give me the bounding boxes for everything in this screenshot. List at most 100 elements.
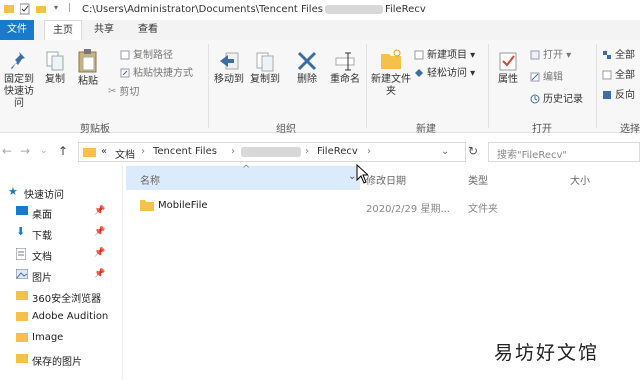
ribbon: 固定到快速访问 复制 粘贴 复制路径 粘贴快捷方式 ✂ 剪切 剪贴板 移动到 复制…: [0, 40, 640, 135]
quick-access-folder-icon[interactable]: [36, 3, 46, 15]
breadcrumb-chevron-icon[interactable]: ›: [367, 146, 371, 157]
tab-home[interactable]: 主页: [44, 20, 82, 42]
copy-path-button[interactable]: 复制路径: [120, 50, 173, 62]
nav-item-folder[interactable]: Adobe Audition: [0, 307, 110, 327]
group-divider: [366, 44, 367, 128]
move-to-button[interactable]: 移动到: [212, 50, 246, 86]
copy-to-button[interactable]: 复制到: [248, 50, 282, 86]
select-none-button[interactable]: 全部: [602, 70, 635, 82]
breadcrumb-documents[interactable]: 文档: [115, 146, 135, 161]
open-button[interactable]: 打开 ▾: [530, 50, 571, 62]
column-header-type[interactable]: 类型: [468, 166, 558, 190]
nav-item-downloads[interactable]: ⬇ 下载 📌: [0, 223, 110, 243]
address-bar[interactable]: « 文档 › Tencent Files › › FileRecv › ⌄: [78, 142, 466, 162]
new-folder-label: 新建文件夹: [371, 74, 411, 97]
tab-file[interactable]: 文件: [0, 20, 34, 40]
quick-access-check-icon[interactable]: [20, 3, 30, 15]
nav-item-folder[interactable]: 360安全浏览器: [0, 286, 110, 306]
edit-button[interactable]: 编辑: [530, 72, 563, 84]
pin-icon[interactable]: 📌: [94, 248, 105, 258]
folder-icon: [16, 312, 28, 321]
back-arrow-icon[interactable]: ←: [2, 144, 12, 158]
group-divider: [208, 44, 209, 128]
breadcrumb-filerecv[interactable]: FileRecv: [317, 146, 358, 157]
forward-arrow-icon[interactable]: →: [20, 144, 30, 158]
tab-share[interactable]: 共享: [86, 20, 122, 40]
select-none-icon: [602, 70, 612, 80]
easy-access-button[interactable]: 轻松访问 ▾: [414, 68, 475, 80]
invert-selection-label: 反向: [615, 90, 635, 101]
new-folder-button[interactable]: 新建文件夹: [370, 48, 412, 98]
cut-label: 剪切: [119, 87, 140, 98]
breadcrumb-overflow[interactable]: «: [101, 146, 107, 157]
select-all-button[interactable]: 全部: [602, 50, 635, 62]
folder-icon: [16, 333, 28, 342]
open-label: 打开: [543, 50, 563, 61]
window-title-path: C:\Users\Administrator\Documents\Tencent…: [82, 4, 426, 15]
easy-access-icon: [415, 69, 423, 77]
move-to-label: 移动到: [214, 74, 244, 85]
picture-icon: [16, 269, 28, 279]
nav-item-folder[interactable]: 保存的图片: [0, 349, 110, 369]
breadcrumb-chevron-icon[interactable]: ›: [305, 146, 309, 157]
history-button[interactable]: 历史记录: [530, 94, 583, 106]
invert-selection-button[interactable]: 反向: [602, 90, 635, 102]
new-group-label: 新建: [416, 124, 436, 135]
easy-access-label: 轻松访问: [427, 68, 467, 79]
redacted-segment: [324, 4, 383, 14]
cut-button[interactable]: ✂ 剪切: [108, 86, 139, 99]
clipboard-group-label: 剪贴板: [80, 124, 110, 135]
copy-path-icon: [120, 50, 130, 60]
nav-item-desktop[interactable]: 桌面 📌: [0, 202, 110, 222]
pin-icon[interactable]: 📌: [94, 227, 105, 237]
ribbon-tabs: 文件 主页 共享 查看: [0, 20, 640, 42]
paste-shortcut-label: 粘贴快捷方式: [133, 68, 193, 79]
up-arrow-icon[interactable]: ↑: [58, 144, 68, 158]
nav-item-documents[interactable]: 文档 📌: [0, 244, 110, 264]
properties-button[interactable]: 属性: [494, 50, 522, 86]
nav-item-label: 保存的图片: [32, 357, 82, 368]
nav-item-folder[interactable]: Image: [0, 328, 110, 348]
nav-quick-access[interactable]: ★ 快速访问: [0, 182, 110, 202]
file-row[interactable]: MobileFile 2020/2/29 星期... 文件夹: [126, 196, 606, 216]
new-item-button[interactable]: 新建项目 ▾: [414, 50, 475, 62]
group-divider: [596, 44, 597, 128]
rename-button[interactable]: 重命名: [326, 50, 364, 86]
breadcrumb-chevron-icon[interactable]: ›: [141, 146, 145, 157]
breadcrumb-chevron-icon[interactable]: ›: [231, 146, 235, 157]
tab-view[interactable]: 查看: [130, 20, 166, 40]
pin-icon[interactable]: 📌: [94, 206, 105, 216]
open-icon: [530, 50, 540, 60]
address-row: ← → ⌄ ↑ « 文档 › Tencent Files › › FileRec…: [0, 140, 640, 164]
column-header-date[interactable]: 修改日期: [366, 166, 460, 190]
delete-button[interactable]: 删除: [294, 50, 320, 86]
quick-access-dropdown-icon[interactable]: ▾: [54, 3, 64, 15]
search-placeholder: 搜索"FileRecv": [497, 150, 567, 161]
address-dropdown-icon[interactable]: ⌄: [441, 146, 449, 157]
nav-item-pictures[interactable]: 图片 📌: [0, 265, 110, 285]
breadcrumb-tencent-files[interactable]: Tencent Files: [153, 146, 217, 157]
column-header-size[interactable]: 大小: [570, 166, 640, 190]
new-folder-icon: [381, 49, 401, 69]
column-type-label: 类型: [468, 176, 488, 187]
title-path-suffix: FileRecv: [384, 4, 426, 15]
recent-dropdown-icon[interactable]: ⌄: [40, 146, 48, 156]
select-none-label: 全部: [615, 70, 635, 81]
edit-label: 编辑: [543, 72, 563, 83]
pane-divider[interactable]: [122, 166, 123, 380]
address-folder-icon: [83, 148, 96, 157]
breadcrumb-redacted: [241, 147, 301, 157]
paste-shortcut-icon: [120, 68, 130, 78]
copy-icon: [46, 51, 64, 71]
column-header-name[interactable]: 名称 ^ ⌄: [126, 164, 360, 190]
search-input[interactable]: 搜索"FileRecv": [488, 142, 640, 162]
pin-quick-access-button[interactable]: 固定到快速访问: [0, 50, 38, 110]
copy-button[interactable]: 复制: [42, 50, 68, 86]
refresh-icon[interactable]: ↻: [468, 144, 478, 158]
pin-icon[interactable]: 📌: [94, 269, 105, 279]
paste-shortcut-button[interactable]: 粘贴快捷方式: [120, 68, 193, 80]
delete-label: 删除: [297, 74, 317, 85]
nav-item-label: Image: [32, 332, 64, 343]
history-label: 历史记录: [543, 94, 583, 105]
paste-button[interactable]: 粘贴: [74, 48, 102, 88]
